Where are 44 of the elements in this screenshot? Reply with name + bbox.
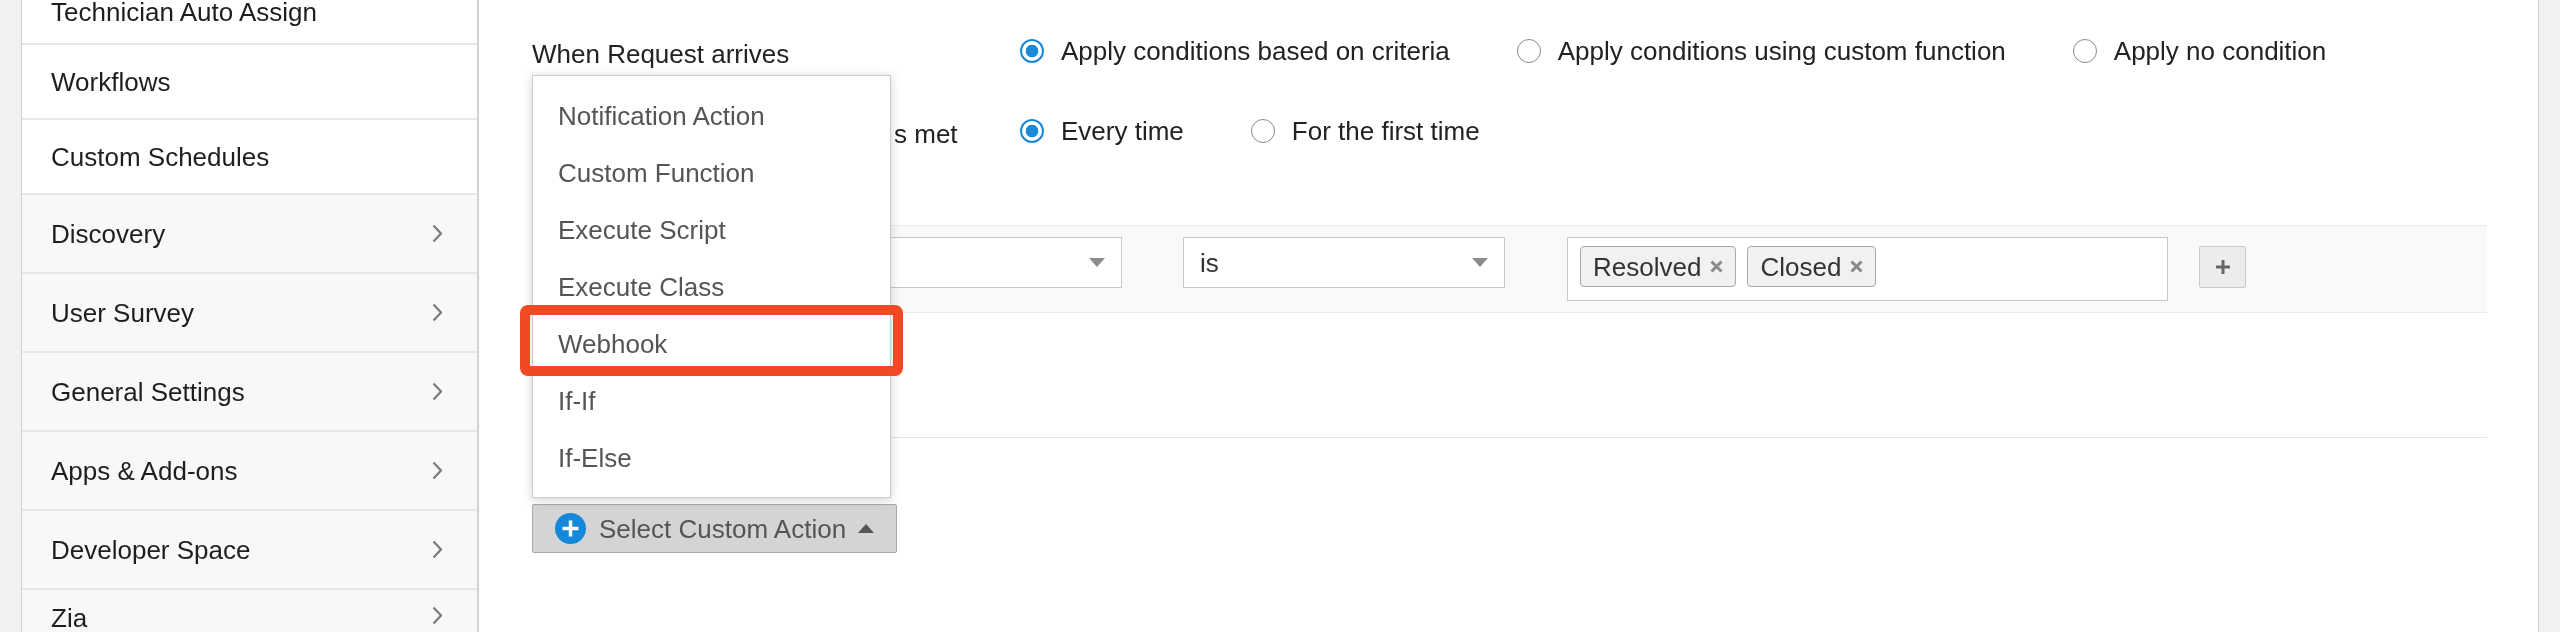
menu-item[interactable]: Custom Function [533,144,890,201]
caret-icon [1089,258,1105,267]
sidebar-item[interactable]: Zia [22,590,477,632]
radio-option[interactable]: Every time [1020,116,1184,146]
field-label: When Request arrives [532,39,790,69]
chevron-right-icon [432,303,443,322]
field-label: s met [894,119,958,149]
radio-button[interactable] [1020,119,1044,143]
value-field[interactable]: Resolved Closed [1567,237,2168,301]
sidebar-item[interactable]: General Settings [22,353,477,432]
sidebar-item[interactable]: User Survey [22,274,477,353]
radio-button[interactable] [1020,39,1044,63]
operator-select[interactable]: is [1183,237,1505,288]
chevron-right-icon [432,606,443,625]
sidebar-item[interactable]: Technician Auto Assign [22,0,477,45]
close-icon[interactable] [1850,260,1864,273]
radio-button[interactable] [1250,119,1275,143]
radio-option[interactable]: Apply conditions using custom function [1516,36,2006,66]
sidebar-item[interactable]: Apps & Add-ons [22,432,477,511]
menu-item[interactable]: If-If [533,372,890,429]
radio-button[interactable] [2072,39,2097,63]
menu-item[interactable]: Execute Class [533,258,890,315]
sidebar-item[interactable]: Developer Space [22,511,477,590]
menu-item[interactable]: If-Else [533,429,890,486]
caret-icon [1472,258,1488,267]
close-icon[interactable] [1710,260,1724,273]
radio-option[interactable]: For the first time [1250,116,1480,146]
value-tag[interactable]: Resolved [1580,246,1737,287]
menu-item[interactable]: Execute Script [533,201,890,258]
chevron-right-icon [432,540,443,559]
menu-item[interactable]: Notification Action [533,87,890,144]
chevron-right-icon [432,461,443,480]
value-tag[interactable]: Closed [1747,246,1877,287]
radio-option[interactable]: Apply no condition [2072,36,2327,66]
plus-circle-icon [555,513,586,544]
sidebar-item[interactable]: Discovery [22,195,477,274]
radio-button[interactable] [1516,39,1541,63]
chevron-right-icon [432,382,443,401]
plus-icon [2214,259,2231,275]
radio-option[interactable]: Apply conditions based on criteria [1020,36,1450,66]
select-custom-action-button[interactable]: Select Custom Action [532,504,898,553]
menu-item[interactable]: Webhook [533,315,890,372]
add-button[interactable] [2199,246,2246,288]
chevron-right-icon [432,224,443,243]
